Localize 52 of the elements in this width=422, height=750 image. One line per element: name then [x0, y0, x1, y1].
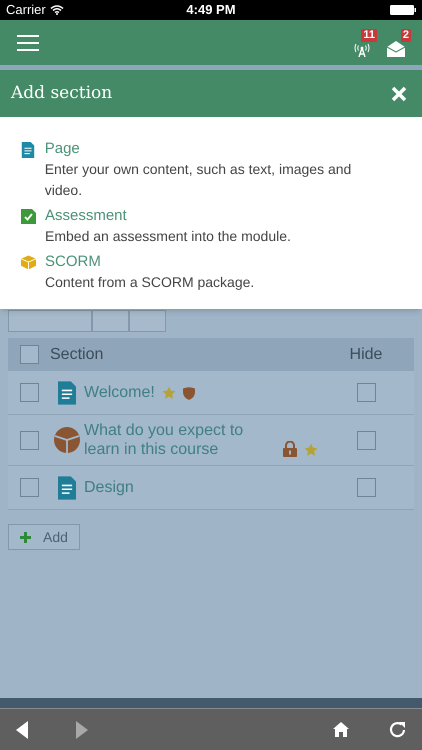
battery-icon: [390, 5, 416, 15]
row-checkbox[interactable]: [20, 478, 38, 497]
option-title: Assessment: [45, 206, 128, 226]
option-title: SCORM: [45, 252, 102, 272]
back-button[interactable]: [14, 720, 30, 740]
plus-icon: [20, 532, 31, 542]
option-description: Embed an assessment into the module.: [45, 227, 291, 246]
clock: 4:49 PM: [186, 1, 236, 20]
next-button[interactable]: [129, 310, 166, 332]
count-badge: 11: [361, 28, 377, 42]
option-description: Enter your own content, such as text, images and video.: [44, 160, 352, 200]
option-description: Content from a SCORM package.: [45, 273, 254, 292]
select-all-checkbox[interactable]: [20, 345, 38, 364]
mail-icon: [387, 40, 405, 56]
refresh-button[interactable]: [388, 720, 408, 740]
menu-button[interactable]: [17, 34, 39, 52]
column-header: Hide: [348, 344, 384, 364]
document-icon: [21, 142, 36, 158]
hide-checkbox[interactable]: [356, 430, 376, 450]
section-title: Welcome!: [84, 383, 155, 402]
section-title: Design: [84, 478, 134, 497]
carrier-label: Carrier: [6, 1, 46, 20]
delete-button[interactable]: [8, 310, 92, 332]
count-badge: 2: [400, 28, 411, 42]
hide-checkbox[interactable]: [356, 383, 376, 402]
star-icon: [162, 386, 176, 400]
row-checkbox[interactable]: [20, 383, 38, 402]
option-title: Page: [44, 139, 81, 159]
add-button[interactable]: Add: [8, 524, 80, 550]
section-type-option[interactable]: SCORM Content from a SCORM package.: [21, 252, 386, 293]
hide-checkbox[interactable]: [356, 478, 376, 497]
notification-button[interactable]: 11: [347, 28, 377, 56]
section-type-option[interactable]: Page Enter your own content, such as text, images and video.: [21, 139, 386, 201]
pie-chart-icon: [54, 427, 80, 453]
document-icon: [58, 380, 76, 404]
cube-icon: [21, 255, 36, 270]
wifi-icon: [50, 5, 64, 15]
shield-icon: [182, 387, 195, 400]
lock-icon: [283, 441, 297, 457]
star-icon: [304, 443, 318, 457]
previous-button[interactable]: [92, 310, 129, 332]
antenna-icon: [354, 42, 370, 56]
section-title: What do you expect to learn in this course: [84, 421, 244, 459]
section-type-option[interactable]: Assessment Embed an assessment into the module.: [21, 206, 386, 247]
row-checkbox[interactable]: [20, 430, 38, 450]
close-button[interactable]: [391, 86, 407, 102]
checkmark-document-icon: [21, 209, 36, 224]
home-button[interactable]: [333, 722, 349, 738]
dialog-title: Add section: [11, 82, 112, 105]
document-icon: [58, 476, 76, 500]
column-header: Section: [50, 344, 104, 364]
notification-button[interactable]: 2: [381, 28, 411, 56]
